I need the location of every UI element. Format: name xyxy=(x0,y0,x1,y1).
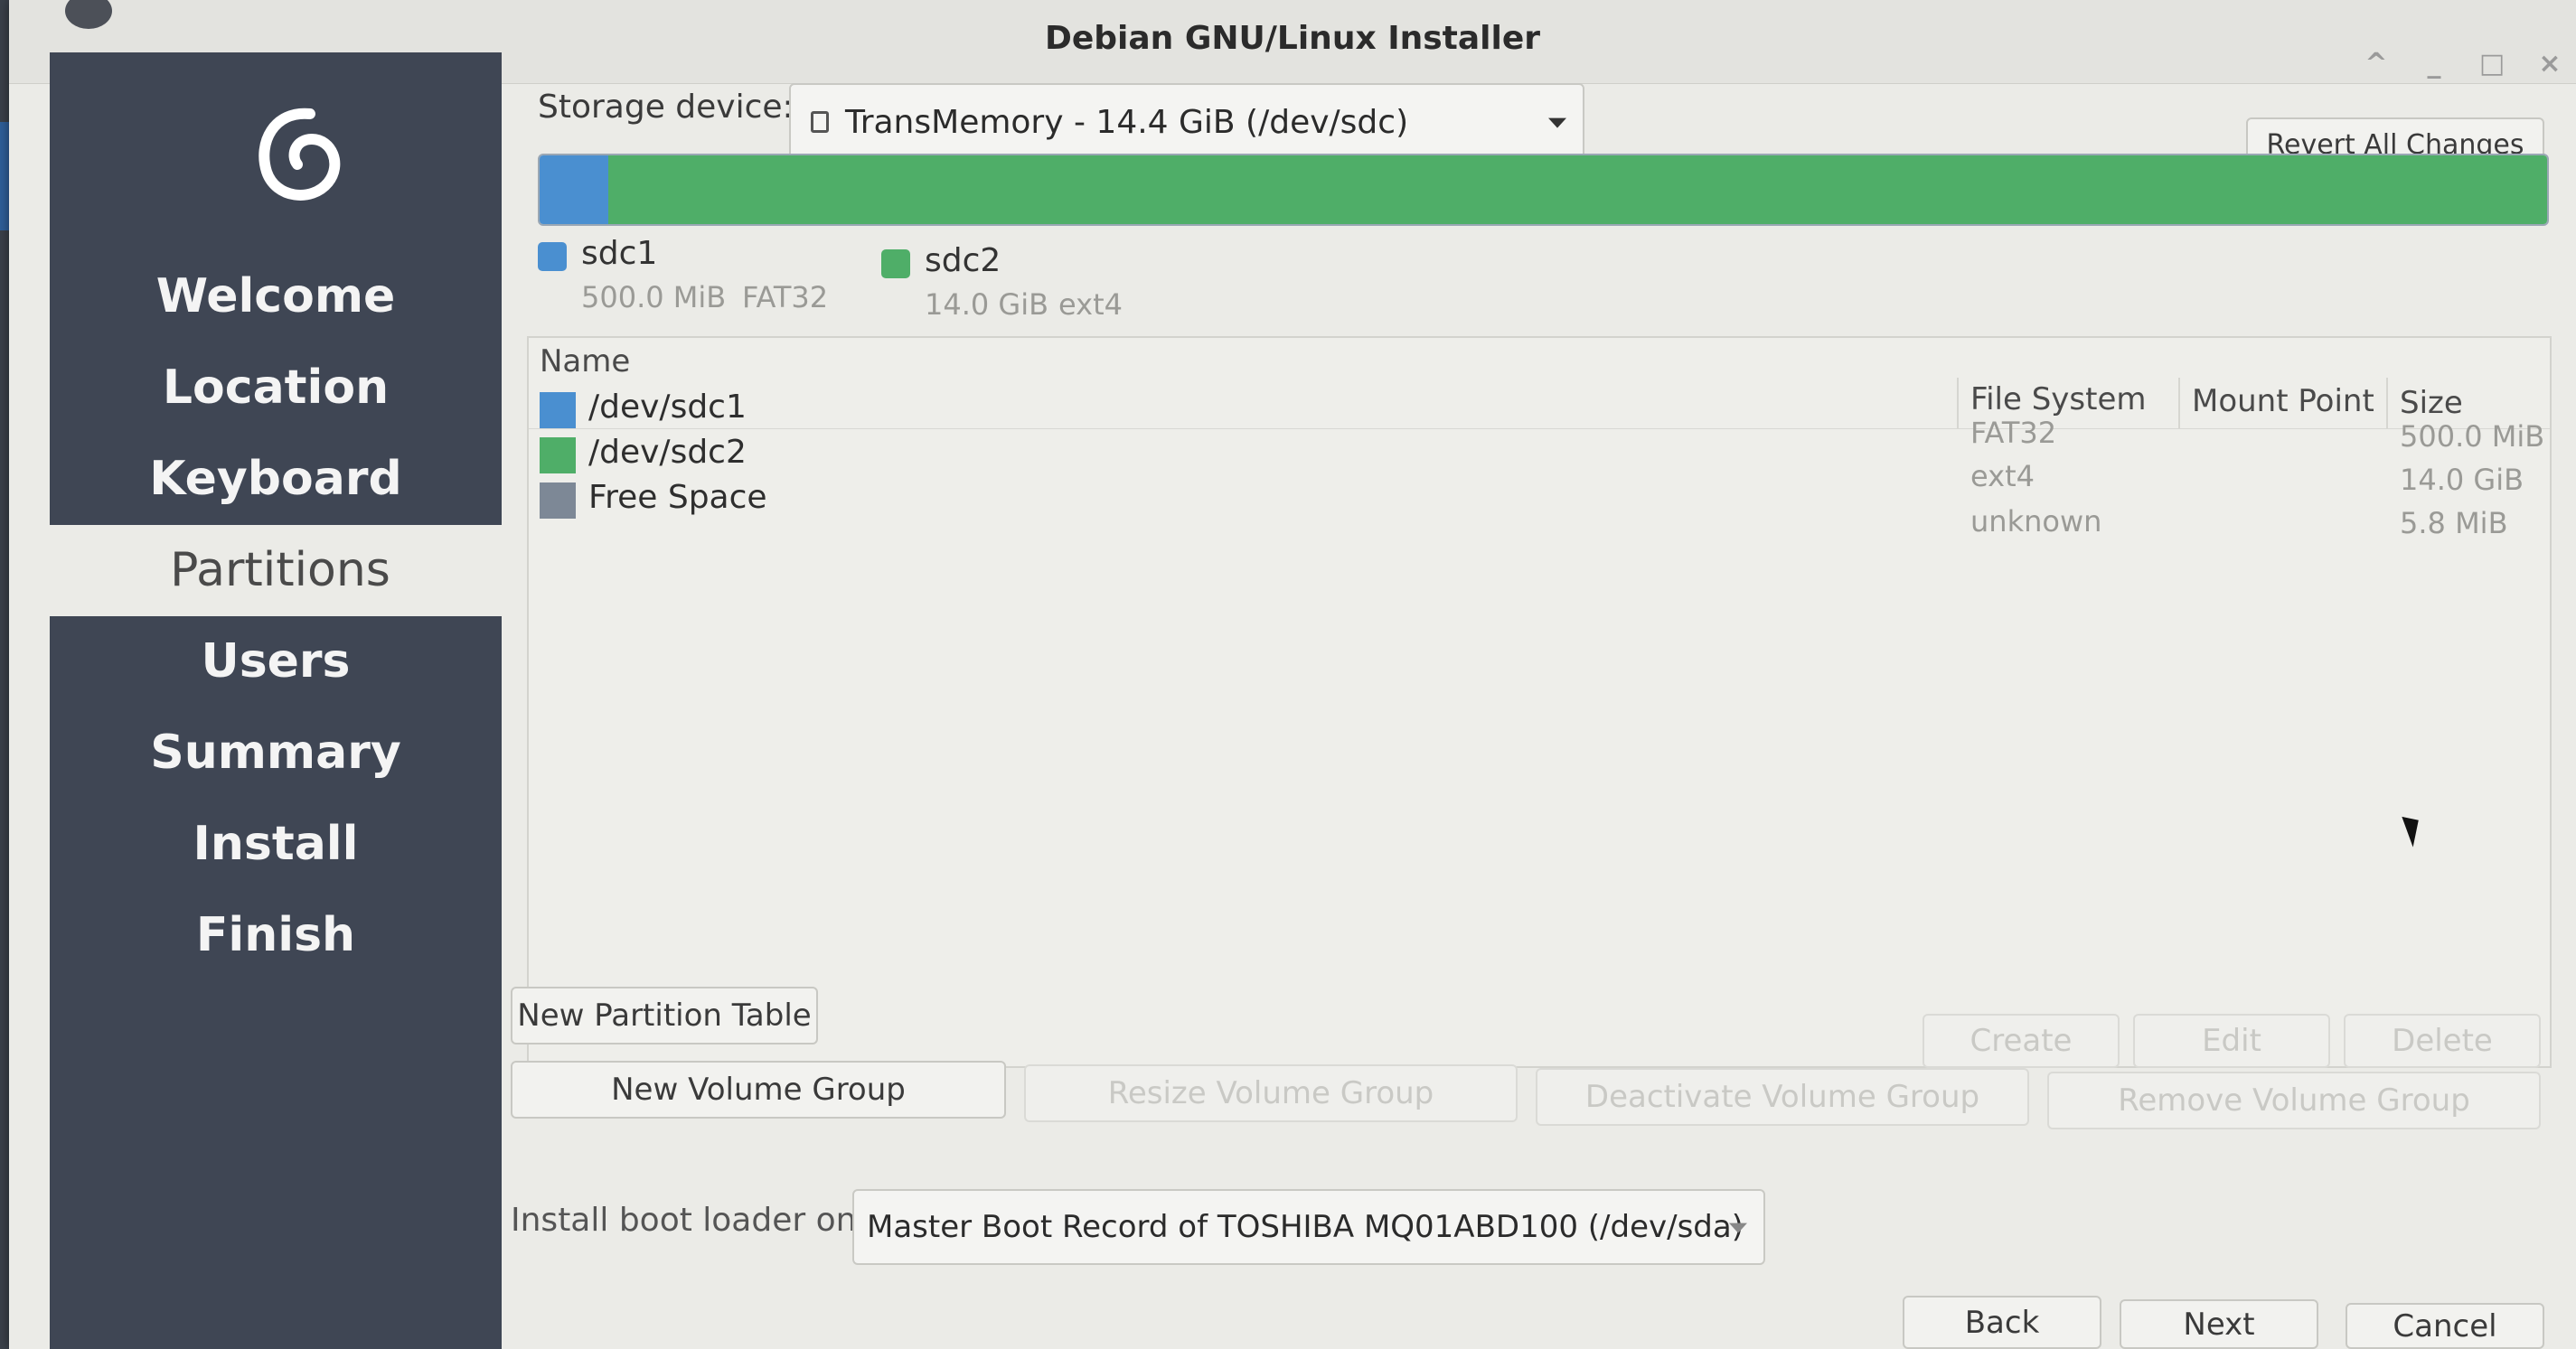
bootloader-label: Install boot loader on: xyxy=(511,1202,868,1239)
window-title: Debian GNU/Linux Installer xyxy=(1044,20,1540,57)
column-header-name[interactable]: Name xyxy=(540,343,630,379)
maximize-up-icon[interactable]: ^ xyxy=(2359,51,2393,78)
cancel-button[interactable]: Cancel xyxy=(2346,1303,2544,1349)
close-icon[interactable]: × xyxy=(2533,51,2567,78)
storage-device-label: Storage device: xyxy=(538,89,794,126)
cell-name: /dev/sdc1 xyxy=(588,389,747,426)
bootloader-value: Master Boot Record of TOSHIBA MQ01ABD100… xyxy=(867,1209,1744,1245)
sidebar-item-location: Location xyxy=(162,361,390,415)
new-volume-group-button[interactable]: New Volume Group xyxy=(511,1061,1006,1119)
legend-swatch xyxy=(538,242,567,271)
storage-device-value: TransMemory - 14.4 GiB (/dev/sdc) xyxy=(845,103,1409,141)
legend-filesystem: FAT32 xyxy=(742,280,829,314)
cell-size: 5.8 MiB xyxy=(2400,506,2508,540)
sidebar: Welcome Location Keyboard Partitions Use… xyxy=(50,52,511,1349)
sidebar-item-summary: Summary xyxy=(150,726,401,780)
sidebar-item-welcome: Welcome xyxy=(155,269,396,323)
sidebar-item-keyboard: Keyboard xyxy=(149,452,402,506)
sidebar-item-finish: Finish xyxy=(195,908,356,962)
cell-name: Free Space xyxy=(588,479,767,516)
legend-size: 500.0 MiB xyxy=(581,280,727,314)
bootloader-select[interactable]: Master Boot Record of TOSHIBA MQ01ABD100… xyxy=(852,1189,1765,1265)
table-row[interactable]: /dev/sdc2 ext4 14.0 GiB xyxy=(529,434,2550,497)
partitions-page: Storage device: TransMemory - 14.4 GiB (… xyxy=(511,83,2571,1349)
back-button[interactable]: Back xyxy=(1903,1296,2101,1349)
partition-color-swatch xyxy=(540,392,576,428)
partition-usage-bar xyxy=(538,154,2549,226)
sidebar-item-partitions: Partitions xyxy=(50,525,511,616)
partition-bar-segment-sdc2 xyxy=(607,155,2547,224)
minimize-icon[interactable]: _ xyxy=(2417,51,2451,78)
window-controls: ^ _ □ × xyxy=(2359,51,2567,78)
legend-name: sdc1 xyxy=(581,235,658,272)
delete-partition-button[interactable]: Delete xyxy=(2344,1014,2541,1068)
new-partition-table-button[interactable]: New Partition Table xyxy=(511,987,818,1045)
installer-window: Debian GNU/Linux Installer ^ _ □ × Welco… xyxy=(9,0,2576,1349)
storage-device-select[interactable]: TransMemory - 14.4 GiB (/dev/sdc) xyxy=(789,83,1584,161)
dropdown-arrow-icon xyxy=(1729,1223,1747,1233)
sidebar-nav: Welcome Location Keyboard Partitions Use… xyxy=(50,251,511,981)
table-row[interactable]: Free Space unknown 5.8 MiB xyxy=(529,479,2550,540)
debian-swirl-icon xyxy=(259,108,341,201)
partition-bar-segment-sdc1 xyxy=(540,155,608,224)
cell-filesystem: unknown xyxy=(1970,504,2102,539)
resize-volume-group-button[interactable]: Resize Volume Group xyxy=(1024,1064,1518,1122)
drive-icon xyxy=(811,111,829,133)
dropdown-arrow-icon xyxy=(1548,117,1566,128)
create-partition-button[interactable]: Create xyxy=(1923,1014,2120,1068)
sidebar-item-users: Users xyxy=(201,634,351,689)
legend-swatch xyxy=(881,249,910,278)
sidebar-item-install: Install xyxy=(193,817,359,871)
legend-filesystem: ext4 xyxy=(1058,287,1123,322)
next-button[interactable]: Next xyxy=(2120,1299,2318,1349)
restore-icon[interactable]: □ xyxy=(2475,51,2509,78)
partition-color-swatch xyxy=(540,437,576,473)
partition-color-swatch xyxy=(540,482,576,519)
legend-name: sdc2 xyxy=(925,242,1001,279)
deactivate-volume-group-button[interactable]: Deactivate Volume Group xyxy=(1536,1068,2029,1126)
partition-table: Name File System Mount Point Size /dev/s… xyxy=(527,336,2552,1068)
legend-size: 14.0 GiB xyxy=(925,287,1049,322)
edit-partition-button[interactable]: Edit xyxy=(2133,1014,2330,1068)
remove-volume-group-button[interactable]: Remove Volume Group xyxy=(2047,1072,2541,1129)
cell-name: /dev/sdc2 xyxy=(588,434,747,471)
table-row[interactable]: /dev/sdc1 FAT32 500.0 MiB xyxy=(529,389,2550,454)
